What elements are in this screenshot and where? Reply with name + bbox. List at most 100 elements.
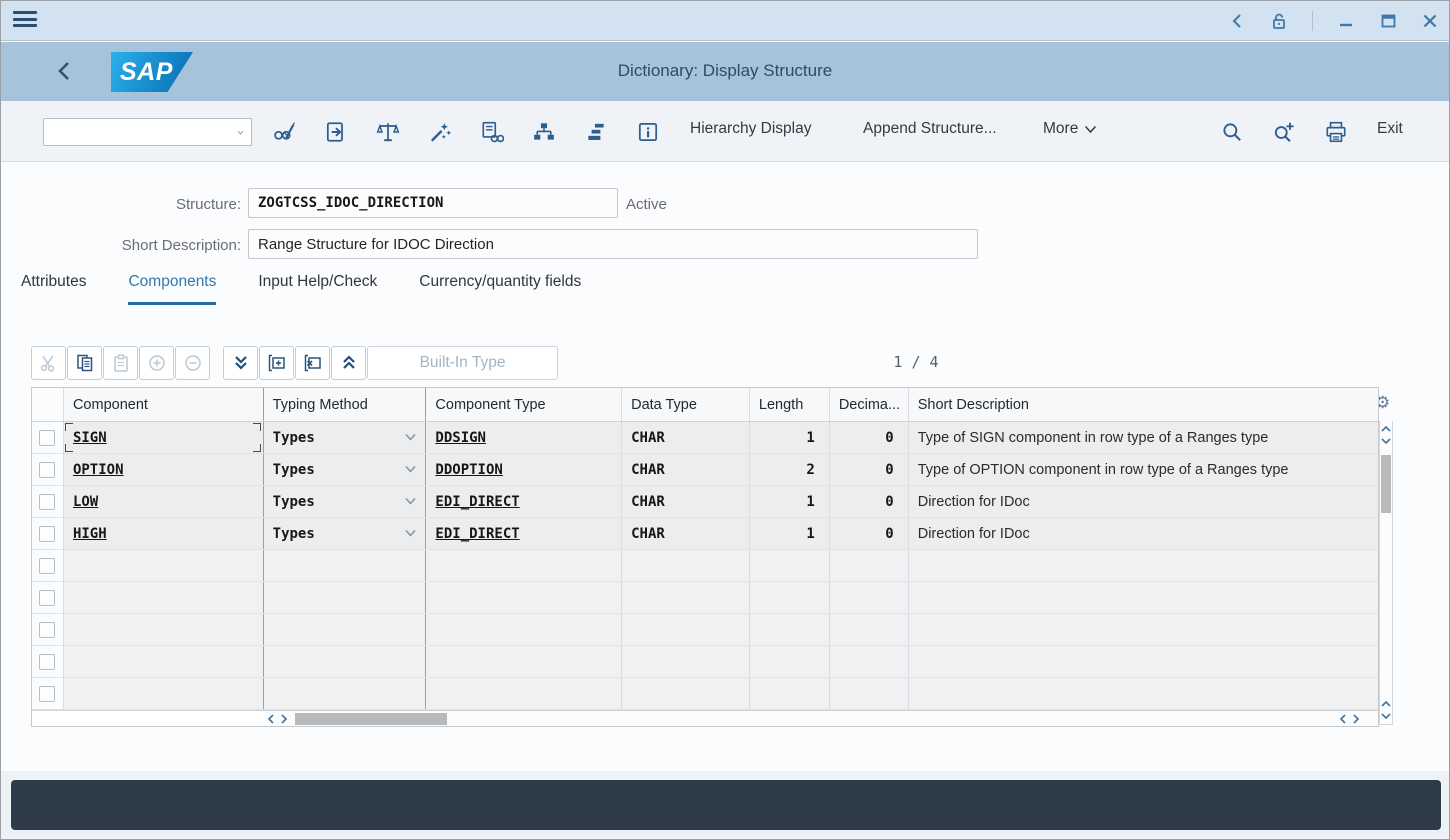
cell-typing-method[interactable]: Types bbox=[264, 454, 427, 485]
component-link[interactable]: LOW bbox=[73, 494, 98, 510]
append-structure-button[interactable]: Append Structure... bbox=[863, 120, 997, 138]
activate-icon[interactable] bbox=[425, 117, 455, 147]
cell-component-type[interactable]: DDOPTION bbox=[426, 454, 622, 485]
tab-currency-quantity-fields[interactable]: Currency/quantity fields bbox=[419, 273, 581, 305]
horizontal-scrollbar[interactable] bbox=[32, 710, 1378, 726]
component-link[interactable]: HIGH bbox=[73, 526, 107, 542]
back-chevron-icon[interactable] bbox=[1228, 12, 1246, 30]
cell-typing-method[interactable]: Types bbox=[264, 518, 427, 549]
length-value: 1 bbox=[806, 526, 814, 542]
command-input[interactable] bbox=[44, 119, 237, 145]
row-select-cell bbox=[32, 486, 64, 517]
tab-input-help-check[interactable]: Input Help/Check bbox=[258, 273, 377, 305]
tab-components[interactable]: Components bbox=[128, 273, 216, 305]
cell-component-type[interactable]: DDSIGN bbox=[426, 422, 622, 453]
table-row: OPTIONTypesDDOPTIONCHAR20Type of OPTION … bbox=[32, 454, 1378, 486]
row-checkbox[interactable] bbox=[39, 654, 55, 670]
builtin-type-button[interactable]: Built-In Type bbox=[367, 346, 558, 380]
exit-button[interactable]: Exit bbox=[1377, 120, 1403, 138]
cell-typing-method[interactable]: Types bbox=[264, 422, 427, 453]
focus-corner bbox=[65, 423, 73, 431]
component-type-link[interactable]: EDI_DIRECT bbox=[435, 526, 519, 542]
expand-all-button[interactable] bbox=[223, 346, 258, 380]
horizontal-scrollbar-thumb[interactable] bbox=[295, 713, 447, 725]
vertical-scrollbar-thumb[interactable] bbox=[1381, 455, 1391, 513]
header-component[interactable]: Component bbox=[64, 388, 264, 421]
component-type-link[interactable]: EDI_DIRECT bbox=[435, 494, 519, 510]
length-value: 1 bbox=[806, 430, 814, 446]
decimals-value: 0 bbox=[885, 494, 893, 510]
collapse-all-button[interactable] bbox=[331, 346, 366, 380]
scroll-left-icon[interactable] bbox=[264, 711, 277, 726]
header-decimals[interactable]: Decima... bbox=[830, 388, 909, 421]
command-field[interactable] bbox=[43, 118, 252, 146]
cell-component[interactable]: OPTION bbox=[64, 454, 264, 485]
cell-component-type[interactable]: EDI_DIRECT bbox=[426, 486, 622, 517]
more-menu-button[interactable]: More bbox=[1043, 120, 1097, 138]
minimize-icon[interactable] bbox=[1337, 12, 1355, 30]
vertical-scrollbar[interactable] bbox=[1379, 421, 1393, 725]
find-next-icon[interactable] bbox=[1269, 117, 1299, 147]
data-type-value: CHAR bbox=[631, 430, 665, 446]
delete-row-button[interactable] bbox=[295, 346, 330, 380]
row-checkbox[interactable] bbox=[39, 494, 55, 510]
short-description-field[interactable]: Range Structure for IDOC Direction bbox=[248, 229, 978, 259]
maximize-icon[interactable] bbox=[1379, 12, 1397, 30]
hierarchy-display-button[interactable]: Hierarchy Display bbox=[690, 120, 811, 138]
scroll-down-icon[interactable] bbox=[1380, 710, 1392, 722]
information-icon[interactable] bbox=[633, 117, 663, 147]
where-used-icon[interactable] bbox=[477, 117, 507, 147]
scroll-down-icon[interactable] bbox=[1380, 435, 1392, 447]
print-icon[interactable] bbox=[1321, 117, 1351, 147]
row-checkbox[interactable] bbox=[39, 462, 55, 478]
component-link[interactable]: SIGN bbox=[73, 430, 107, 446]
header-component-type[interactable]: Component Type bbox=[426, 388, 622, 421]
dropdown-chevron-icon[interactable] bbox=[237, 128, 244, 137]
cell-component[interactable]: SIGN bbox=[64, 422, 264, 453]
header-typing-method[interactable]: Typing Method bbox=[264, 388, 427, 421]
row-checkbox[interactable] bbox=[39, 590, 55, 606]
tab-attributes[interactable]: Attributes bbox=[21, 273, 86, 305]
dropdown-chevron-icon bbox=[404, 465, 417, 474]
cut-button[interactable] bbox=[31, 346, 66, 380]
scroll-right-icon[interactable] bbox=[277, 711, 290, 726]
cell-component-type[interactable]: EDI_DIRECT bbox=[426, 518, 622, 549]
lock-icon[interactable] bbox=[1270, 12, 1288, 30]
cell-component[interactable]: HIGH bbox=[64, 518, 264, 549]
delete-entry-button[interactable] bbox=[175, 346, 210, 380]
cell-decimals bbox=[830, 614, 909, 645]
scroll-right-icon[interactable] bbox=[1349, 711, 1362, 726]
hamburger-menu-icon[interactable] bbox=[13, 11, 37, 30]
insert-entry-button[interactable] bbox=[139, 346, 174, 380]
header-select-all[interactable] bbox=[32, 388, 64, 421]
component-type-link[interactable]: DDSIGN bbox=[435, 430, 486, 446]
consistency-check-icon[interactable] bbox=[373, 117, 403, 147]
scroll-up-icon[interactable] bbox=[1380, 698, 1392, 710]
row-select-cell bbox=[32, 646, 64, 677]
scroll-left-icon[interactable] bbox=[1336, 711, 1349, 726]
row-checkbox[interactable] bbox=[39, 686, 55, 702]
header-length[interactable]: Length bbox=[750, 388, 830, 421]
copy-button[interactable] bbox=[67, 346, 102, 380]
row-checkbox[interactable] bbox=[39, 430, 55, 446]
structure-field[interactable]: ZOGTCSS_IDOC_DIRECTION bbox=[248, 188, 618, 218]
display-change-icon[interactable] bbox=[269, 117, 299, 147]
close-icon[interactable] bbox=[1421, 12, 1439, 30]
cell-component[interactable]: LOW bbox=[64, 486, 264, 517]
row-checkbox[interactable] bbox=[39, 622, 55, 638]
hierarchy-icon[interactable] bbox=[529, 117, 559, 147]
decimals-value: 0 bbox=[885, 462, 893, 478]
header-short-description[interactable]: Short Description bbox=[909, 388, 1378, 421]
sort-icon[interactable] bbox=[581, 117, 611, 147]
row-checkbox[interactable] bbox=[39, 558, 55, 574]
scroll-up-icon[interactable] bbox=[1380, 423, 1392, 435]
cell-typing-method[interactable]: Types bbox=[264, 486, 427, 517]
find-icon[interactable] bbox=[1217, 117, 1247, 147]
component-type-link[interactable]: DDOPTION bbox=[435, 462, 502, 478]
component-link[interactable]: OPTION bbox=[73, 462, 124, 478]
header-data-type[interactable]: Data Type bbox=[622, 388, 750, 421]
row-checkbox[interactable] bbox=[39, 526, 55, 542]
copy-object-icon[interactable] bbox=[321, 117, 351, 147]
paste-button[interactable] bbox=[103, 346, 138, 380]
insert-row-button[interactable] bbox=[259, 346, 294, 380]
